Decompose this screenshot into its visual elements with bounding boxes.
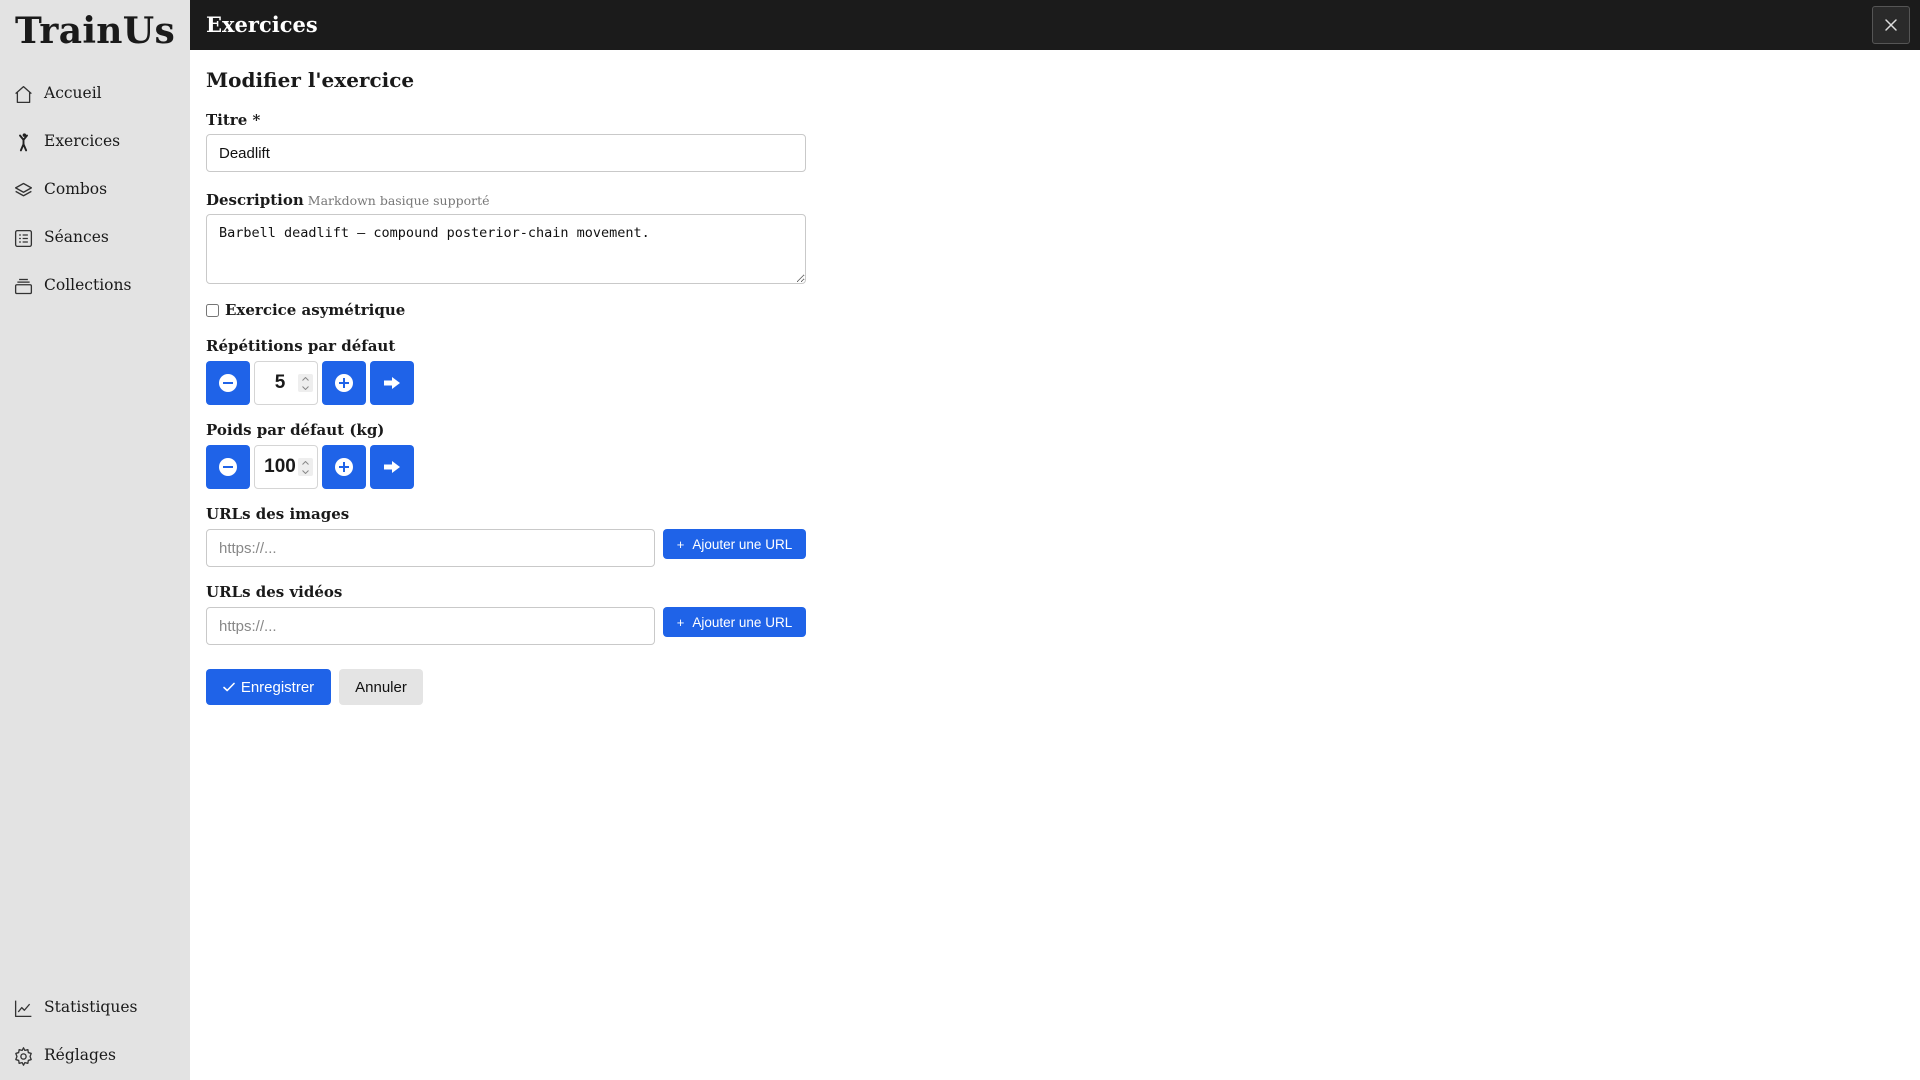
video-url-input[interactable] bbox=[206, 607, 655, 645]
header-title: Exercices bbox=[206, 12, 318, 37]
plus-circle-icon bbox=[335, 458, 353, 476]
reps-value: 5 bbox=[274, 372, 286, 393]
reps-spinner[interactable] bbox=[298, 374, 313, 392]
sidebar: TrainUs Accueil Exercices Combos Séances… bbox=[0, 0, 190, 1080]
add-video-url-button[interactable]: + Ajouter une URL bbox=[663, 607, 806, 637]
person-exercise-icon bbox=[19, 132, 28, 151]
reps-decrement-button[interactable] bbox=[206, 361, 250, 405]
image-urls-label: URLs des images bbox=[206, 505, 350, 523]
weight-label: Poids par défaut (kg) bbox=[206, 421, 385, 439]
video-urls-label: URLs des vidéos bbox=[206, 583, 343, 601]
sidebar-item-label: Collections bbox=[44, 276, 132, 295]
arrow-right-icon bbox=[384, 461, 400, 473]
description-textarea[interactable]: Barbell deadlift — compound posterior-ch… bbox=[206, 214, 806, 284]
chevron-up-icon bbox=[302, 376, 309, 381]
minus-circle-icon bbox=[219, 374, 237, 392]
save-label: Enregistrer bbox=[240, 678, 315, 696]
asymmetric-checkbox[interactable] bbox=[206, 303, 219, 317]
list-icon bbox=[14, 229, 33, 247]
check-icon bbox=[223, 682, 235, 692]
reps-stepper: 5 bbox=[206, 361, 414, 405]
arrow-right-icon bbox=[384, 377, 400, 389]
weight-spinner[interactable] bbox=[298, 458, 313, 476]
plus-circle-icon bbox=[335, 374, 353, 392]
reps-label: Répétitions par défaut bbox=[206, 337, 396, 355]
weight-decrement-button[interactable] bbox=[206, 445, 250, 489]
weight-stepper: 100 bbox=[206, 445, 414, 489]
description-hint: Markdown basique supporté bbox=[307, 193, 490, 208]
cancel-button[interactable]: Annuler bbox=[339, 669, 423, 705]
weight-increment-button[interactable] bbox=[322, 445, 366, 489]
weight-input[interactable]: 100 bbox=[254, 445, 318, 489]
sidebar-item-label: Réglages bbox=[44, 1046, 117, 1065]
layers-icon bbox=[14, 182, 33, 196]
sidebar-item-exercices[interactable]: Exercices bbox=[0, 122, 190, 162]
sidebar-item-accueil[interactable]: Accueil bbox=[0, 74, 190, 114]
sidebar-item-reglages[interactable]: Réglages bbox=[0, 1036, 190, 1076]
header-bar: Exercices bbox=[190, 0, 1920, 50]
add-image-url-label: Ajouter une URL bbox=[692, 536, 793, 552]
plus-icon: + bbox=[676, 614, 685, 630]
image-url-input[interactable] bbox=[206, 529, 655, 567]
page-title: Modifier l'exercice bbox=[206, 68, 415, 92]
cancel-label: Annuler bbox=[355, 678, 407, 696]
close-button[interactable] bbox=[1872, 6, 1910, 44]
sidebar-item-label: Exercices bbox=[44, 132, 121, 151]
sidebar-item-label: Combos bbox=[44, 180, 108, 199]
sidebar-item-seances[interactable]: Séances bbox=[0, 218, 190, 258]
chevron-up-icon bbox=[302, 460, 309, 465]
chevron-down-icon bbox=[302, 385, 309, 390]
plus-icon: + bbox=[676, 536, 685, 552]
sidebar-item-label: Séances bbox=[44, 228, 109, 247]
description-label: Description Markdown basique supporté bbox=[206, 191, 490, 209]
sidebar-item-collections[interactable]: Collections bbox=[0, 266, 190, 306]
reps-apply-button[interactable] bbox=[370, 361, 414, 405]
chevron-down-icon bbox=[302, 469, 309, 474]
reps-increment-button[interactable] bbox=[322, 361, 366, 405]
title-label: Titre * bbox=[206, 111, 261, 129]
title-input[interactable] bbox=[206, 134, 806, 172]
sidebar-item-combos[interactable]: Combos bbox=[0, 170, 190, 210]
description-label-text: Description bbox=[206, 191, 304, 209]
close-icon bbox=[1885, 19, 1897, 31]
weight-value: 100 bbox=[264, 456, 296, 477]
app-logo: TrainUs bbox=[14, 10, 176, 52]
save-button[interactable]: Enregistrer bbox=[206, 669, 331, 705]
gear-icon bbox=[15, 1046, 32, 1066]
sidebar-item-statistiques[interactable]: Statistiques bbox=[0, 988, 190, 1028]
reps-input[interactable]: 5 bbox=[254, 361, 318, 405]
asymmetric-checkbox-row[interactable]: Exercice asymétrique bbox=[206, 301, 405, 319]
home-icon bbox=[15, 85, 32, 103]
sidebar-item-label: Statistiques bbox=[44, 998, 138, 1017]
add-video-url-label: Ajouter une URL bbox=[692, 614, 793, 630]
minus-circle-icon bbox=[219, 458, 237, 476]
stack-icon bbox=[14, 278, 33, 294]
weight-apply-button[interactable] bbox=[370, 445, 414, 489]
sidebar-item-label: Accueil bbox=[44, 84, 102, 103]
chart-line-icon bbox=[14, 1000, 32, 1017]
add-image-url-button[interactable]: + Ajouter une URL bbox=[663, 529, 806, 559]
asymmetric-label: Exercice asymétrique bbox=[225, 301, 406, 319]
